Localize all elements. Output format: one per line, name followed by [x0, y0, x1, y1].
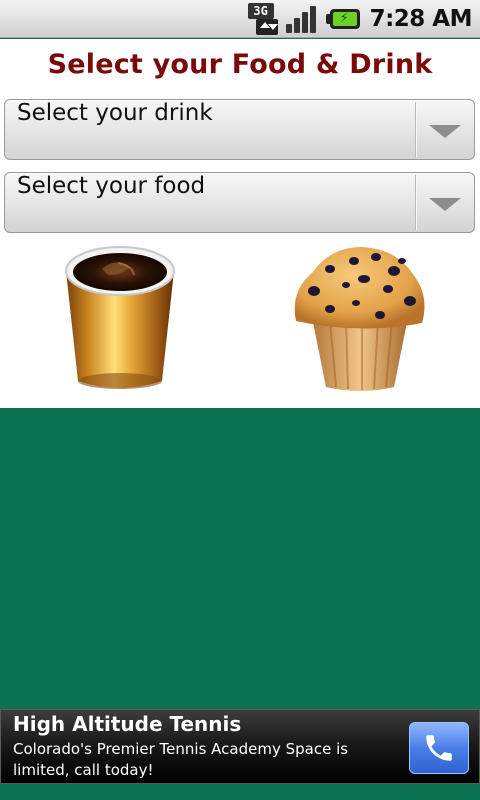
status-icons: 3G ⚡ 7:28 AM — [247, 3, 473, 35]
coffee-cup-image — [65, 246, 175, 389]
signal-strength-icon — [285, 3, 320, 35]
drink-spinner-label: Select your drink — [17, 100, 213, 126]
spinner-divider — [415, 175, 416, 230]
ad-banner[interactable]: High Altitude Tennis Colorado's Premier … — [0, 709, 480, 784]
3g-data-icon: 3G — [247, 3, 280, 35]
food-spinner-label: Select your food — [17, 173, 206, 199]
drink-spinner[interactable]: Select your drink — [4, 99, 475, 160]
food-spinner[interactable]: Select your food — [4, 172, 475, 233]
data-activity-icon — [255, 19, 278, 35]
call-button[interactable] — [409, 722, 469, 774]
spinner-divider — [415, 102, 416, 157]
main-content: Select your Food & Drink Select your dri… — [0, 39, 480, 408]
chevron-down-icon — [429, 125, 461, 138]
blueberry-muffin-image — [294, 247, 425, 391]
network-type-label: 3G — [247, 3, 274, 19]
ad-description: Colorado's Premier Tennis Academy Space … — [13, 740, 349, 779]
ad-title: High Altitude Tennis — [13, 712, 242, 736]
battery-charging-icon: ⚡ — [325, 7, 360, 31]
phone-icon — [426, 735, 452, 761]
chevron-down-icon — [429, 198, 461, 211]
status-bar: 3G ⚡ 7:28 AM — [0, 0, 480, 38]
page-title: Select your Food & Drink — [47, 49, 433, 80]
status-time: 7:28 AM — [369, 6, 473, 32]
